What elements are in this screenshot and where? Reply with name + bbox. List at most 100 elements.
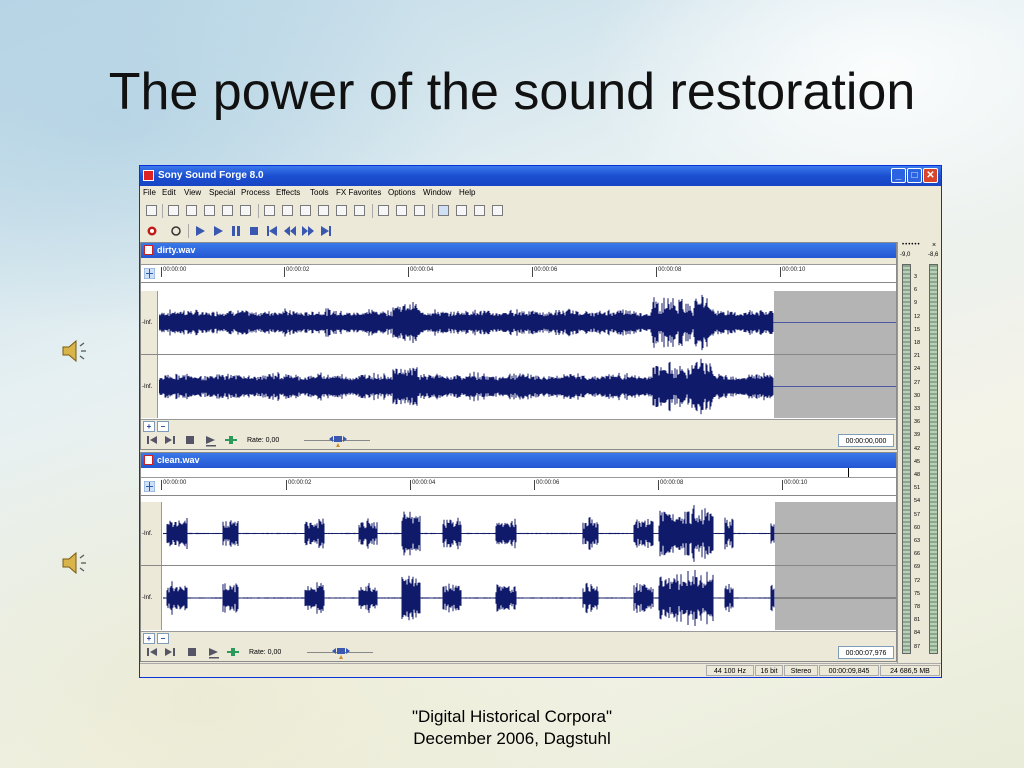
channel-left[interactable]: -Inf. bbox=[141, 291, 896, 354]
wave-file-icon bbox=[144, 245, 153, 255]
zoom-in-button[interactable]: + bbox=[143, 421, 155, 432]
meter-scale-label: 18 bbox=[914, 340, 921, 346]
go-to-end-icon[interactable] bbox=[320, 225, 332, 237]
menu-help[interactable]: Help bbox=[459, 188, 475, 197]
new-file-icon[interactable] bbox=[146, 205, 157, 216]
undo-icon[interactable] bbox=[378, 205, 389, 216]
pencil-tool-icon[interactable] bbox=[474, 205, 485, 216]
playbar: Rate: 0,00 00:00:00,000 bbox=[141, 432, 896, 449]
loop-icon[interactable] bbox=[170, 225, 182, 237]
speaker-icon[interactable] bbox=[60, 548, 92, 578]
rate-slider-thumb[interactable] bbox=[329, 435, 347, 447]
waveform[interactable] bbox=[159, 291, 896, 354]
time-ruler[interactable]: 00:00:00 00:00:02 00:00:04 00:00:06 00:0… bbox=[141, 478, 896, 496]
channel-right[interactable]: -Inf. bbox=[141, 355, 896, 418]
meter-right-peak: -8,6 bbox=[928, 252, 939, 258]
meter-scale-label: 78 bbox=[914, 604, 921, 610]
open-icon[interactable] bbox=[168, 205, 179, 216]
minimize-button[interactable]: _ bbox=[891, 168, 906, 183]
edit-tool-icon[interactable] bbox=[438, 205, 449, 216]
repeat-icon[interactable] bbox=[414, 205, 425, 216]
scrub-icon[interactable] bbox=[225, 435, 237, 445]
stop-icon[interactable] bbox=[187, 647, 197, 657]
waveform[interactable] bbox=[163, 502, 896, 565]
meter-scale-label: 15 bbox=[914, 326, 921, 333]
scrub-icon[interactable] bbox=[227, 647, 239, 657]
render-icon[interactable] bbox=[222, 205, 233, 216]
meter-close-icon[interactable]: × bbox=[932, 242, 936, 249]
copy-icon[interactable] bbox=[282, 205, 293, 216]
ruler-tick: 00:00:08 bbox=[656, 267, 681, 277]
menu-view[interactable]: View bbox=[184, 188, 201, 197]
level-meter[interactable]: •••••• × -9,0 -8,6 3 6 9 12 15 18 21 24 27 30 33 36… bbox=[897, 242, 941, 663]
waveform[interactable] bbox=[159, 355, 896, 418]
go-to-end-icon[interactable] bbox=[165, 435, 175, 445]
go-to-start-icon[interactable] bbox=[266, 225, 278, 237]
go-to-end-icon[interactable] bbox=[165, 647, 175, 657]
edit-tool-icon[interactable] bbox=[144, 268, 155, 279]
meter-scale-label: 66 bbox=[914, 551, 921, 558]
record-icon[interactable] bbox=[146, 225, 158, 237]
menu-edit[interactable]: Edit bbox=[162, 188, 176, 197]
status-length: 00:00:09,845 bbox=[819, 665, 879, 676]
paste-icon[interactable] bbox=[300, 205, 311, 216]
data-window-titlebar[interactable]: dirty.wav bbox=[141, 243, 896, 258]
envelope-tool-icon[interactable] bbox=[492, 205, 503, 216]
close-button[interactable]: ✕ bbox=[923, 168, 938, 183]
app-title: Sony Sound Forge 8.0 bbox=[158, 170, 264, 181]
zoom-bar: + − bbox=[141, 631, 896, 644]
menu-fx-favorites[interactable]: FX Favorites bbox=[336, 188, 381, 197]
ruler-tick: 00:00:02 bbox=[284, 267, 309, 277]
zoom-out-button[interactable]: − bbox=[157, 633, 169, 644]
save-all-icon[interactable] bbox=[204, 205, 215, 216]
overview-bar[interactable] bbox=[141, 468, 896, 478]
save-icon[interactable] bbox=[186, 205, 197, 216]
mix-icon[interactable] bbox=[318, 205, 329, 216]
meter-scale-label: 45 bbox=[914, 458, 921, 465]
menu-bar: File Edit View Special Process Effects T… bbox=[140, 186, 941, 200]
menu-options[interactable]: Options bbox=[388, 188, 416, 197]
menu-effects[interactable]: Effects bbox=[276, 188, 300, 197]
pause-icon[interactable] bbox=[230, 225, 242, 237]
wave-file-icon bbox=[144, 455, 153, 465]
status-disk-space: 24 686,5 MB bbox=[880, 665, 940, 676]
waveform[interactable] bbox=[163, 566, 896, 630]
rewind-icon[interactable] bbox=[284, 225, 296, 237]
redo-icon[interactable] bbox=[396, 205, 407, 216]
properties-icon[interactable] bbox=[240, 205, 251, 216]
data-window-titlebar[interactable]: clean.wav bbox=[141, 453, 896, 468]
maximize-button[interactable]: □ bbox=[907, 168, 922, 183]
speaker-icon[interactable] bbox=[60, 336, 92, 366]
rate-slider-thumb[interactable] bbox=[332, 647, 350, 659]
play-icon[interactable] bbox=[205, 435, 217, 447]
magnify-tool-icon[interactable] bbox=[456, 205, 467, 216]
trim-icon[interactable] bbox=[354, 205, 365, 216]
menu-file[interactable]: File bbox=[143, 188, 156, 197]
time-ruler[interactable]: 00:00:00 00:00:02 00:00:04 00:00:06 00:0… bbox=[141, 265, 896, 283]
play-icon[interactable] bbox=[212, 225, 224, 237]
crossfade-icon[interactable] bbox=[336, 205, 347, 216]
stop-icon[interactable] bbox=[248, 225, 260, 237]
meter-grip[interactable]: •••••• bbox=[902, 242, 921, 248]
channel-left[interactable]: -Inf. bbox=[141, 502, 896, 565]
edit-tool-icon[interactable] bbox=[144, 481, 155, 492]
go-to-start-icon[interactable] bbox=[147, 647, 157, 657]
menu-special[interactable]: Special bbox=[209, 188, 235, 197]
meter-scale-label: 63 bbox=[914, 538, 921, 544]
meter-scale-label: 39 bbox=[914, 432, 921, 439]
channel-level-label: -Inf. bbox=[142, 595, 153, 601]
menu-window[interactable]: Window bbox=[423, 188, 451, 197]
stop-icon[interactable] bbox=[185, 435, 195, 445]
meter-scale-label: 81 bbox=[914, 617, 921, 624]
footer-line-1: "Digital Historical Corpora" bbox=[411, 707, 613, 726]
play-icon[interactable] bbox=[208, 647, 220, 659]
menu-tools[interactable]: Tools bbox=[310, 188, 329, 197]
channel-right[interactable]: -Inf. bbox=[141, 566, 896, 630]
zoom-out-button[interactable]: − bbox=[157, 421, 169, 432]
fast-forward-icon[interactable] bbox=[302, 225, 314, 237]
go-to-start-icon[interactable] bbox=[147, 435, 157, 445]
play-all-icon[interactable] bbox=[194, 225, 206, 237]
zoom-in-button[interactable]: + bbox=[143, 633, 155, 644]
menu-process[interactable]: Process bbox=[241, 188, 270, 197]
cut-icon[interactable] bbox=[264, 205, 275, 216]
